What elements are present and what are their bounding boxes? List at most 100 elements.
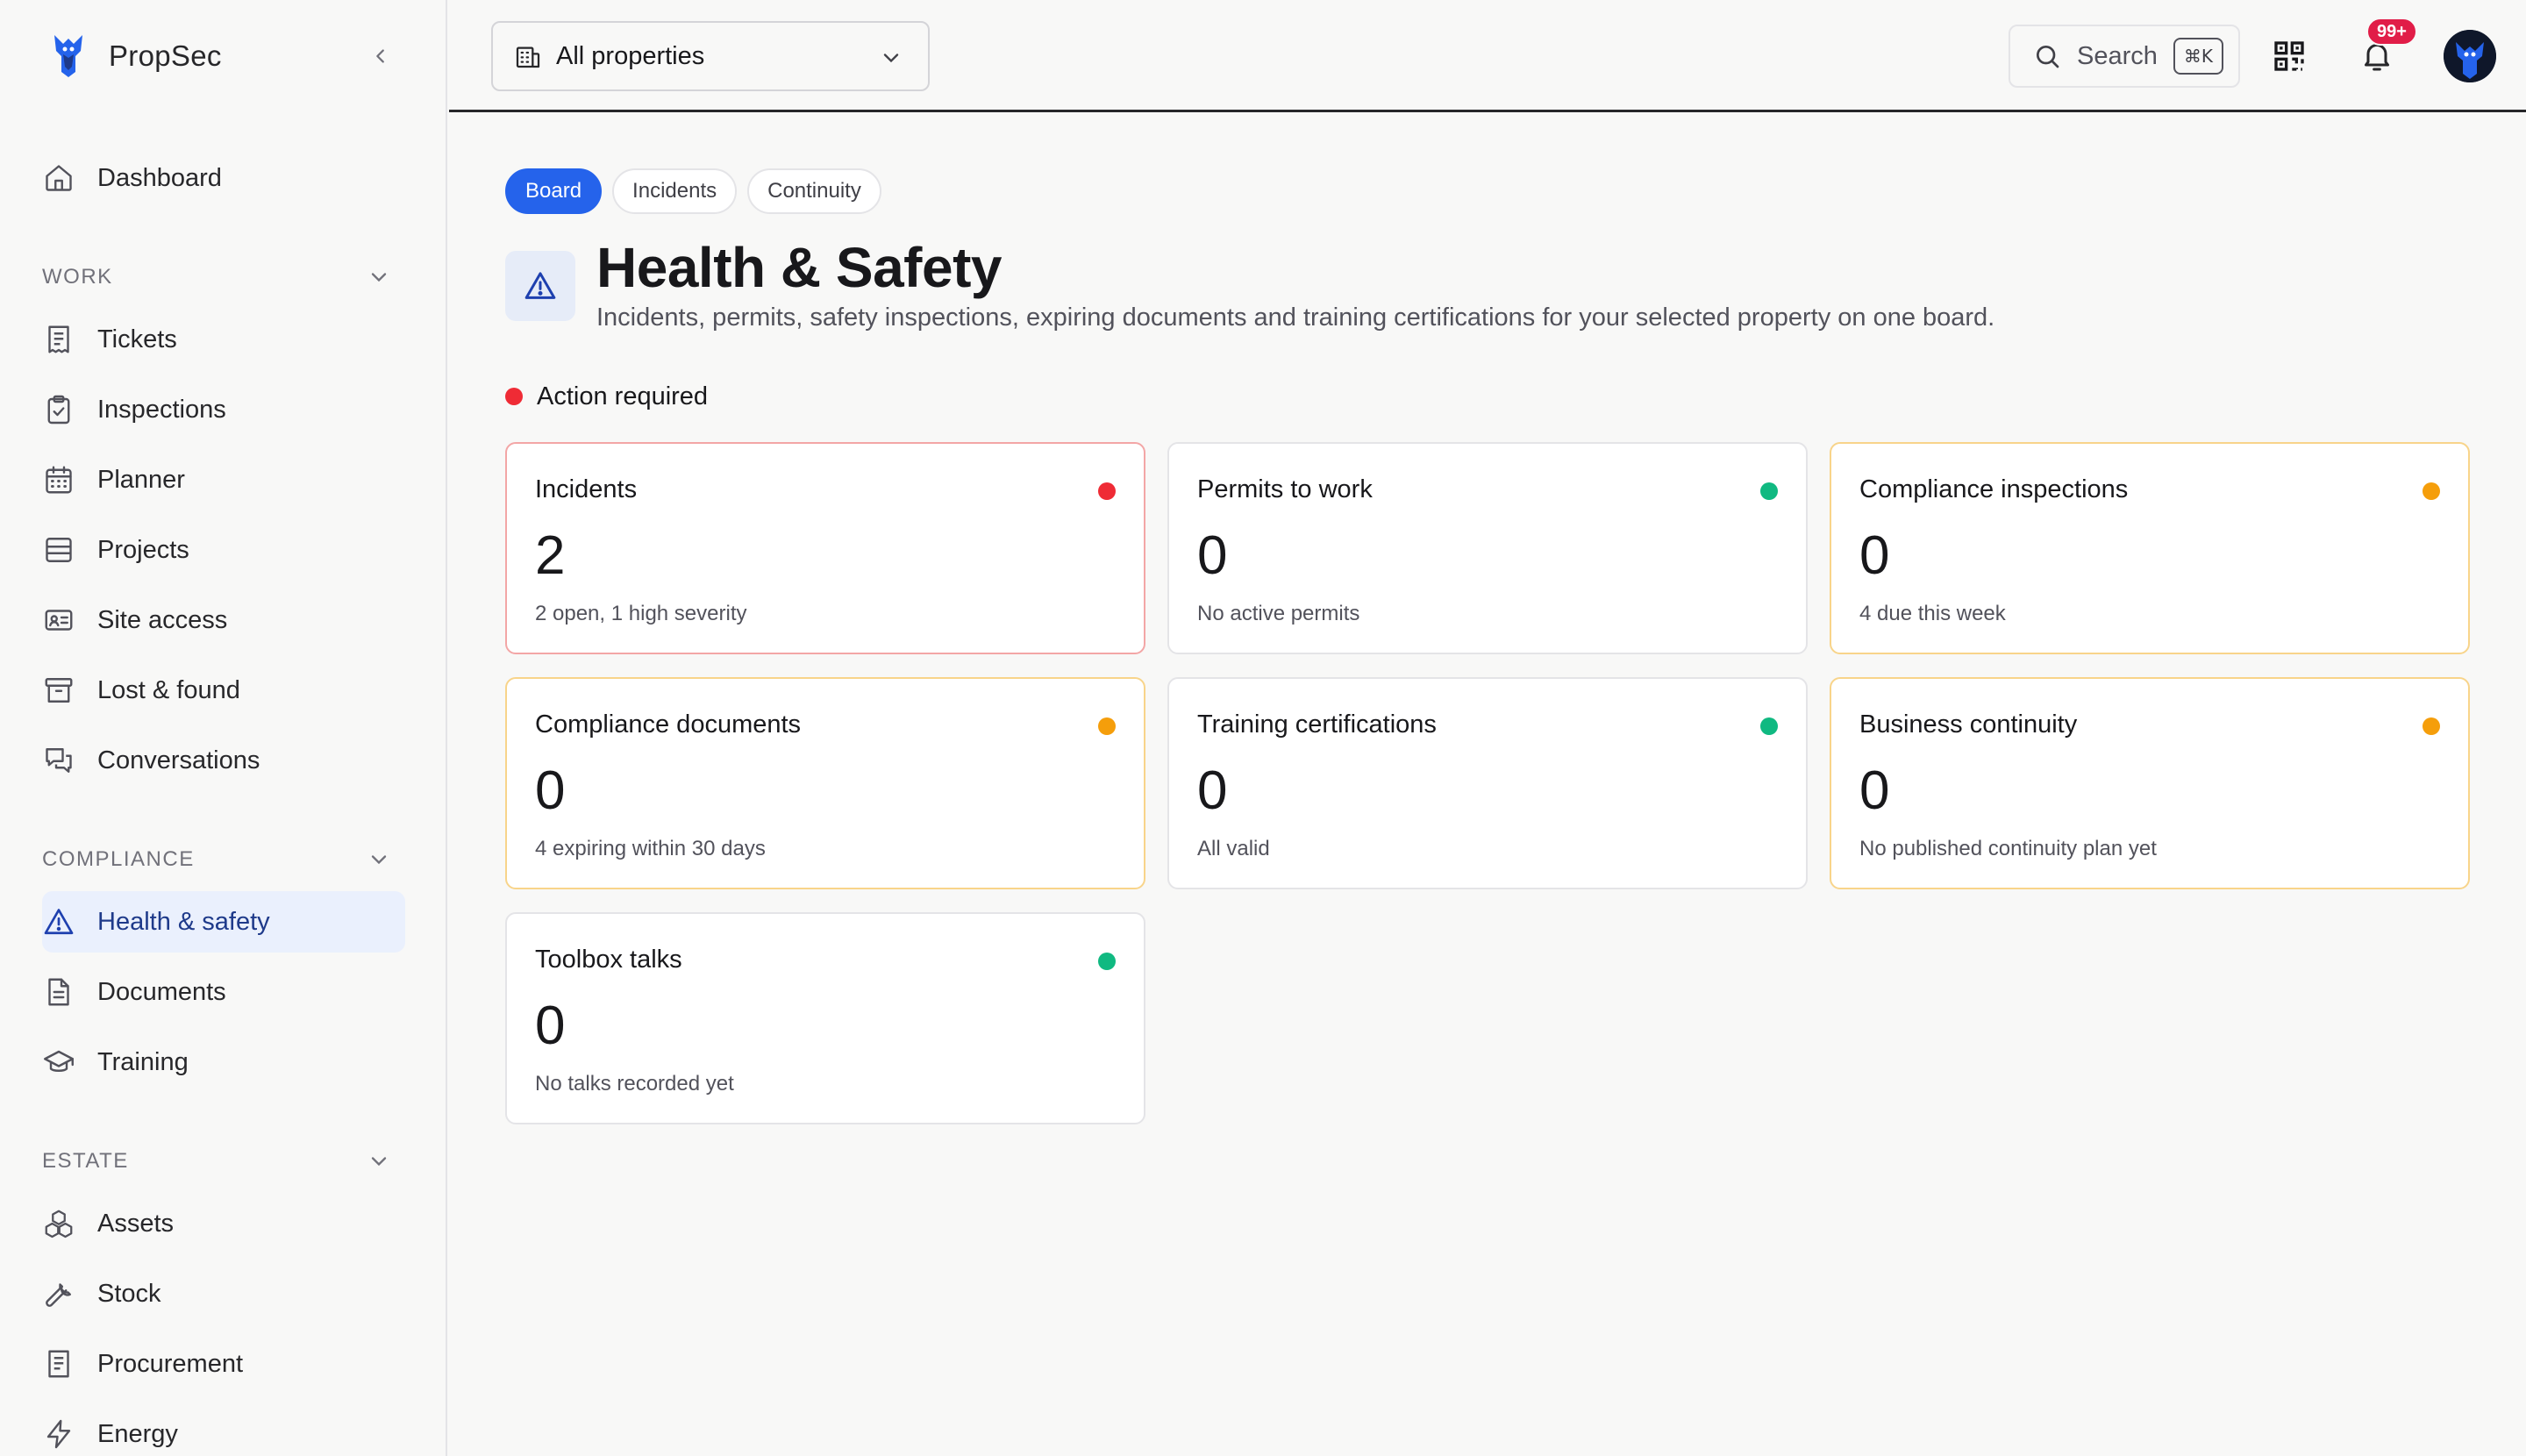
status-dot [1760,482,1778,500]
section-header-compliance[interactable]: COMPLIANCE [42,842,405,877]
sidebar-item-label: Inspections [97,395,226,424]
sidebar-item-label: Training [97,1047,189,1076]
qr-code-icon [2272,39,2307,74]
chevron-down-icon [367,265,391,289]
archive-icon [42,674,75,707]
section-label: COMPLIANCE [42,847,195,871]
page-title-icon [505,251,575,321]
card-note: No published continuity plan yet [1859,837,2157,860]
sidebar-item-label: Procurement [97,1349,244,1378]
qr-code-button[interactable] [2272,39,2307,74]
sidebar-item-procurement[interactable]: Procurement [42,1333,405,1395]
chevron-left-icon [371,46,390,66]
sidebar-item-label: Health & safety [97,907,270,936]
sidebar-item-site-access[interactable]: Site access [42,589,405,651]
status-dot [1760,717,1778,735]
sidebar-item-lost-found[interactable]: Lost & found [42,660,405,721]
warning-triangle-icon [523,268,558,303]
card-value: 2 [535,525,566,586]
card-title: Compliance documents [535,710,802,739]
boxes-icon [42,1207,75,1240]
card-value: 0 [1859,525,1890,586]
sidebar-item-dashboard[interactable]: Dashboard [42,147,405,209]
section-header-work[interactable]: WORK [42,260,405,295]
avatar[interactable] [2444,30,2496,82]
sidebar-item-energy[interactable]: Energy [42,1403,405,1456]
search-button[interactable]: Search ⌘K [2009,25,2240,88]
card-title: Incidents [535,475,638,503]
sidebar-item-label: Stock [97,1279,161,1308]
sidebar-item-training[interactable]: Training [42,1031,405,1093]
propsec-logo-icon [49,32,88,81]
sidebar-item-label: Documents [97,977,226,1006]
sidebar-item-label: Site access [97,605,228,634]
sidebar-item-inspections[interactable]: Inspections [42,379,405,440]
sidebar-item-label: Projects [97,535,189,564]
tab-incidents[interactable]: Incidents [612,168,738,214]
sidebar-item-planner[interactable]: Planner [42,449,405,510]
sidebar-item-assets[interactable]: Assets [42,1193,405,1254]
home-icon [42,161,75,195]
card-title: Business continuity [1859,710,2078,739]
sidebar-item-label: Planner [97,465,185,494]
tab-continuity[interactable]: Continuity [747,168,881,214]
sidebar-item-label: Lost & found [97,675,240,704]
user-avatar-icon [2444,30,2496,82]
receipt-icon [42,323,75,356]
card-note: 2 open, 1 high severity [535,602,747,625]
chat-bubbles-icon [42,744,75,777]
card-value: 0 [1197,525,1228,586]
app-name: PropSec [109,39,222,72]
notification-count-badge: 99+ [2366,18,2417,46]
calendar-icon [42,463,75,496]
action-required-label: Action required [537,382,709,410]
card-value: 0 [1859,760,1890,821]
search-shortcut-kbd: ⌘K [2173,38,2224,75]
card-title: Training certifications [1197,710,1437,739]
card-note: No active permits [1197,602,1360,625]
status-dot [505,388,523,405]
card-note: 4 due this week [1859,602,2006,625]
sidebar-item-conversations[interactable]: Conversations [42,730,405,791]
sidebar-item-label: Tickets [97,325,177,353]
section-label: ESTATE [42,1149,129,1173]
id-card-icon [42,603,75,637]
card-compliance-inspections[interactable]: Compliance inspections 0 4 due this week [1830,442,2470,654]
topbar: All properties Search ⌘K 99+ [449,0,2526,112]
chevron-down-icon [879,46,903,70]
status-dot [1098,482,1116,500]
search-icon [2033,42,2061,70]
document-icon [42,975,75,1009]
card-incidents[interactable]: Incidents 2 2 open, 1 high severity [505,442,1145,654]
sidebar-item-health-safety[interactable]: Health & safety [42,891,405,953]
receipt-icon [42,1347,75,1381]
brand[interactable]: PropSec [49,32,222,81]
status-dot [2423,717,2440,735]
property-select[interactable]: All properties [491,21,930,91]
sidebar-item-documents[interactable]: Documents [42,961,405,1023]
sidebar: PropSec Dashboard WORK Tickets Inspectio… [0,0,447,1456]
view-tabs: Board Incidents Continuity [505,168,881,214]
card-permits-to-work[interactable]: Permits to work 0 No active permits [1167,442,1808,654]
card-note: All valid [1197,837,1270,860]
card-value: 0 [1197,760,1228,821]
tab-board[interactable]: Board [505,168,603,214]
action-required-indicator: Action required [505,379,708,414]
collapse-sidebar-button[interactable] [367,40,395,72]
card-compliance-documents[interactable]: Compliance documents 0 4 expiring within… [505,677,1145,889]
status-dot [2423,482,2440,500]
wrench-icon [42,1277,75,1310]
card-toolbox-talks[interactable]: Toolbox talks 0 No talks recorded yet [505,912,1145,1124]
card-value: 0 [535,760,566,821]
card-value: 0 [535,996,566,1056]
sidebar-item-stock[interactable]: Stock [42,1263,405,1324]
card-business-continuity[interactable]: Business continuity 0 No published conti… [1830,677,2470,889]
card-training-certifications[interactable]: Training certifications 0 All valid [1167,677,1808,889]
chevron-down-icon [367,847,391,872]
sidebar-item-tickets[interactable]: Tickets [42,309,405,370]
sidebar-item-projects[interactable]: Projects [42,519,405,581]
section-header-estate[interactable]: ESTATE [42,1144,405,1179]
page-subtitle: Incidents, permits, safety inspections, … [596,303,1995,332]
search-label: Search [2077,41,2158,70]
page-title: Health & Safety [596,236,1002,299]
